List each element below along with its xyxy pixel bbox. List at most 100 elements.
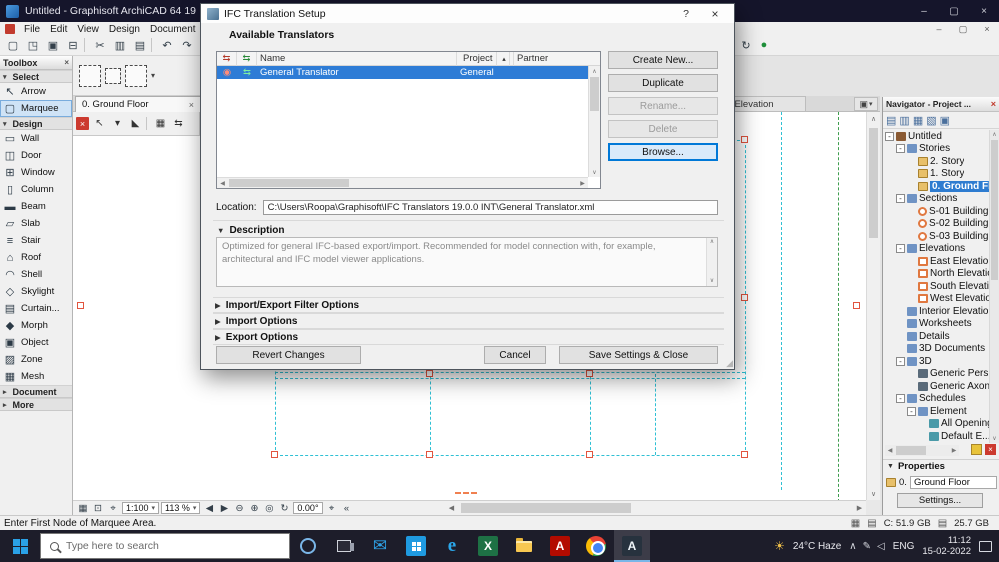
zoom-in-icon[interactable]: ⊕: [247, 502, 261, 515]
start-button[interactable]: [0, 530, 40, 562]
task-view-button[interactable]: [326, 530, 362, 562]
toolbox-item[interactable]: ▸ More: [0, 398, 72, 411]
collapsed-section-header[interactable]: ▶ Import Options: [213, 313, 724, 329]
tree-item[interactable]: S-02 Building: [883, 218, 990, 231]
tree-item[interactable]: - Sections: [883, 193, 990, 206]
toolbox-item[interactable]: ▣ Object: [0, 334, 72, 351]
settings-button[interactable]: Settings...: [897, 493, 983, 508]
scroll-down-icon[interactable]: ∨: [867, 487, 880, 500]
revert-changes-button[interactable]: Revert Changes: [216, 346, 361, 364]
tree-item[interactable]: North Elevation: [883, 268, 990, 281]
scroll-down-icon[interactable]: ∨: [707, 277, 717, 286]
menu-item[interactable]: Design: [104, 24, 145, 35]
toolbox-item[interactable]: ◠ Shell: [0, 266, 72, 283]
dialog-close-button[interactable]: ×: [702, 7, 728, 21]
excel-icon[interactable]: [470, 530, 506, 562]
tree-item[interactable]: Default E...: [883, 430, 990, 443]
touch-keyboard-icon[interactable]: ▦: [851, 518, 860, 529]
zoom-select[interactable]: 113 % ▾: [161, 502, 201, 514]
weather-widget[interactable]: 24°C Haze: [793, 541, 841, 552]
tree-item[interactable]: - Stories: [883, 143, 990, 156]
zoom-out-icon[interactable]: ⊖: [232, 502, 246, 515]
collapse-chevron-icon[interactable]: «: [340, 502, 354, 515]
hotspot-marker[interactable]: [426, 451, 433, 458]
toolbox-item[interactable]: ▢ Marquee: [0, 100, 72, 117]
column-project[interactable]: Project ▴: [457, 51, 514, 66]
next-view-icon[interactable]: ▶: [217, 502, 231, 515]
marquee-shape-icon[interactable]: [125, 64, 147, 87]
orbit-icon[interactable]: ↻: [277, 502, 291, 515]
open-file-icon[interactable]: ◳: [24, 38, 42, 54]
scroll-right-icon[interactable]: ▶: [853, 501, 866, 515]
tree-item[interactable]: Details: [883, 330, 990, 343]
view-map-icon[interactable]: ▥: [899, 114, 909, 127]
fill-tool-icon[interactable]: ◣: [128, 116, 143, 131]
hotspot-marker[interactable]: [426, 370, 433, 377]
magnet-icon[interactable]: ⌖: [325, 502, 339, 515]
duplicate-button[interactable]: Duplicate: [608, 74, 718, 92]
toolbox-item[interactable]: ◫ Door: [0, 147, 72, 164]
export-column-icon[interactable]: ⇆: [237, 51, 257, 66]
redo-icon[interactable]: ↷: [178, 38, 196, 54]
tree-horizontal-scrollbar[interactable]: ◀ ▶: [885, 445, 959, 456]
properties-close-icon[interactable]: ×: [985, 444, 996, 455]
tree-item[interactable]: - Untitled: [883, 130, 990, 143]
elevation-marker[interactable]: [853, 302, 860, 309]
toolbox-item[interactable]: ▯ Column: [0, 181, 72, 198]
dialog-help-button[interactable]: ?: [675, 8, 697, 20]
doc-restore-button[interactable]: ▢: [951, 23, 975, 36]
scroll-up-icon[interactable]: ∧: [589, 66, 600, 76]
action-center-icon[interactable]: [979, 540, 992, 552]
scroll-down-icon[interactable]: ∨: [589, 167, 600, 177]
navigator-settings-icon[interactable]: ▣: [940, 114, 950, 127]
expand-box-icon[interactable]: -: [885, 131, 894, 141]
hotspot-marker[interactable]: [586, 451, 593, 458]
create-new-button[interactable]: Create New...: [608, 51, 718, 69]
hotspot-marker[interactable]: [741, 294, 748, 301]
toolbox-item[interactable]: ▭ Wall: [0, 130, 72, 147]
expand-box-icon[interactable]: -: [896, 356, 905, 366]
taskbar-clock[interactable]: 11:12 15-02-2022: [922, 535, 971, 558]
close-button[interactable]: ×: [969, 0, 999, 22]
outlook-icon[interactable]: [362, 530, 398, 562]
hotspot-marker[interactable]: [741, 451, 748, 458]
pen-icon[interactable]: ✎: [863, 541, 871, 552]
scrollbar-thumb[interactable]: [991, 140, 998, 280]
canvas-vertical-scrollbar[interactable]: ∧ ∨: [866, 112, 880, 500]
toolbox-item[interactable]: ▦ Mesh: [0, 368, 72, 385]
hidden-icons-chevron-icon[interactable]: ∧: [849, 541, 856, 552]
acrobat-icon[interactable]: [542, 530, 578, 562]
tree-item[interactable]: 0. Ground Floor: [883, 180, 990, 193]
scrollbar-thumb[interactable]: [229, 179, 349, 187]
copy-icon[interactable]: ▥: [111, 38, 129, 54]
scroll-left-icon[interactable]: ◀: [885, 445, 895, 456]
translator-row[interactable]: ◉ ⇆ General Translator General: [217, 66, 600, 79]
scroll-up-icon[interactable]: ∧: [990, 130, 999, 139]
edge-icon[interactable]: [434, 530, 470, 562]
scroll-right-icon[interactable]: ▶: [949, 445, 959, 456]
expand-box-icon[interactable]: -: [896, 244, 905, 254]
grid-snap-icon[interactable]: ▦: [76, 502, 90, 515]
undo-icon[interactable]: ↶: [158, 38, 176, 54]
tree-item[interactable]: - 3D: [883, 355, 990, 368]
toolbox-item[interactable]: ◇ Skylight: [0, 283, 72, 300]
toolbar-separator[interactable]: [151, 37, 156, 52]
toolbox-item[interactable]: ▾ Design: [0, 117, 72, 130]
doc-close-button[interactable]: ×: [975, 23, 999, 36]
project-map-icon[interactable]: ▤: [886, 114, 896, 127]
collapsed-section-header[interactable]: ▶ Import/Export Filter Options: [213, 297, 724, 313]
tree-item[interactable]: S-01 Building: [883, 205, 990, 218]
save-settings-close-button[interactable]: Save Settings & Close: [559, 346, 718, 364]
resize-grip[interactable]: ◢: [726, 358, 733, 369]
menu-item[interactable]: Edit: [45, 24, 72, 35]
trace-reference-icon[interactable]: ⊡: [91, 502, 105, 515]
tree-item[interactable]: East Elevation: [883, 255, 990, 268]
menu-item[interactable]: File: [19, 24, 45, 35]
grid-tool-icon[interactable]: ▦: [153, 116, 168, 131]
tree-item[interactable]: - Element: [883, 405, 990, 418]
column-partner[interactable]: Partner: [514, 52, 600, 66]
angle-field[interactable]: 0.00°: [293, 502, 323, 514]
tree-item[interactable]: 2. Story: [883, 155, 990, 168]
toolbar-separator[interactable]: [84, 37, 89, 52]
expand-box-icon[interactable]: -: [896, 394, 905, 404]
